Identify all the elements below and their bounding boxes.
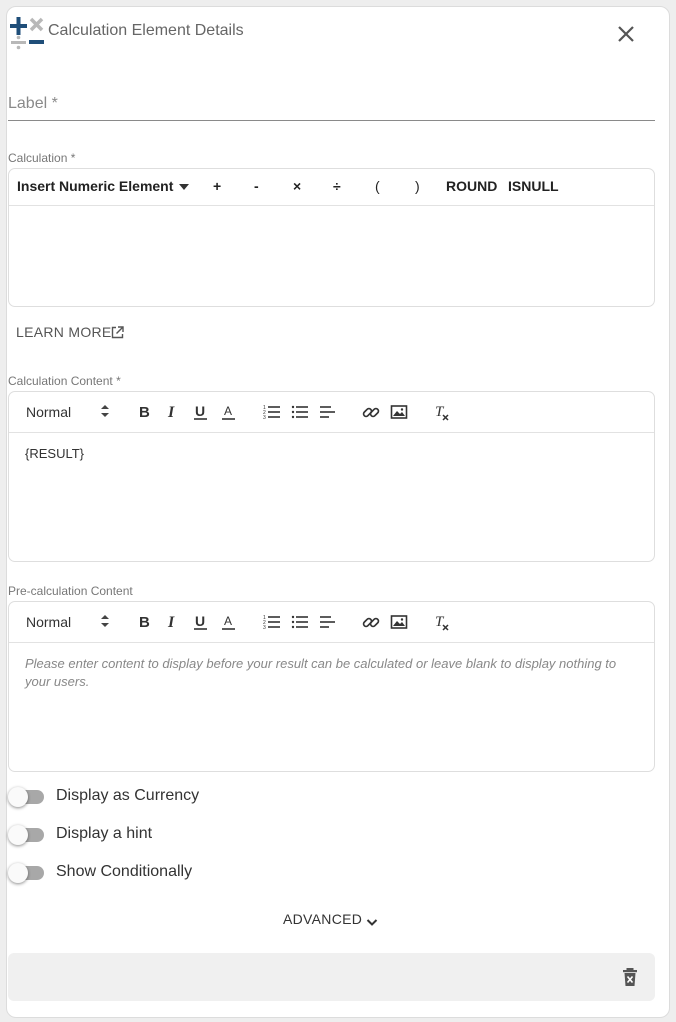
calculation-content-editor: Normal B I U A 123 T {RESULT}	[8, 391, 655, 562]
svg-text:U: U	[195, 403, 205, 419]
calculation-logo-icon	[10, 17, 44, 50]
calculation-toolbar: Insert Numeric Element + - × ÷ ( ) ROUND…	[9, 169, 654, 206]
minus-operator-button[interactable]: -	[254, 178, 259, 194]
calculation-box: Insert Numeric Element + - × ÷ ( ) ROUND…	[8, 168, 655, 307]
calculation-caption: Calculation *	[8, 151, 76, 165]
chevron-down-icon[interactable]	[366, 918, 378, 927]
link-icon[interactable]	[361, 402, 381, 422]
multiply-operator-button[interactable]: ×	[293, 178, 301, 194]
panel-title: Calculation Element Details	[48, 22, 244, 39]
clear-format-icon[interactable]: T	[432, 612, 452, 632]
clear-format-icon[interactable]: T	[432, 402, 452, 422]
external-link-icon[interactable]	[111, 326, 124, 339]
toggle-knob[interactable]	[8, 825, 28, 845]
trash-icon[interactable]	[619, 966, 641, 988]
toggle-label: Display a hint	[56, 825, 153, 842]
toggle-label: Show Conditionally	[56, 863, 193, 880]
align-icon[interactable]	[318, 402, 338, 422]
bullet-list-icon[interactable]	[290, 402, 310, 422]
toggle-knob[interactable]	[8, 863, 28, 883]
image-icon[interactable]	[389, 402, 409, 422]
label-placeholder: Label *	[8, 95, 58, 112]
calculation-content-body[interactable]: {RESULT}	[25, 445, 624, 463]
link-icon[interactable]	[361, 612, 381, 632]
open-paren-button[interactable]: (	[375, 178, 380, 194]
italic-icon[interactable]: I	[163, 402, 183, 422]
advanced-expander[interactable]: ADVANCED	[283, 911, 362, 927]
footer-action-bar	[8, 953, 655, 1001]
toggle-label: Display as Currency	[56, 787, 200, 804]
ordered-list-icon[interactable]: 123	[262, 612, 282, 632]
ordered-list-icon[interactable]: 123	[262, 402, 282, 422]
svg-text:B: B	[139, 404, 150, 421]
insert-numeric-element-dropdown[interactable]: Insert Numeric Element	[17, 178, 173, 194]
select-arrows-icon[interactable]	[101, 404, 109, 418]
format-select[interactable]: Normal	[26, 614, 71, 630]
svg-text:3: 3	[263, 625, 266, 631]
svg-text:I: I	[167, 404, 175, 421]
svg-text:3: 3	[263, 415, 266, 421]
svg-text:I: I	[167, 614, 175, 631]
pre-calculation-placeholder[interactable]: Please enter content to display before y…	[25, 655, 624, 691]
image-icon[interactable]	[389, 612, 409, 632]
pre-calculation-caption: Pre-calculation Content	[8, 584, 133, 598]
svg-text:A: A	[224, 614, 232, 628]
pre-calculation-editor: Normal B I U A 123 T Please enter conten…	[8, 601, 655, 772]
round-function-button[interactable]: ROUND	[446, 178, 497, 194]
caret-down-icon[interactable]	[179, 183, 189, 191]
label-input[interactable]: Label *	[8, 92, 655, 121]
bold-icon[interactable]: B	[135, 402, 155, 422]
svg-text:T: T	[435, 614, 445, 630]
svg-text:T: T	[435, 404, 445, 420]
svg-text:B: B	[139, 614, 150, 631]
underline-icon[interactable]: U	[191, 612, 211, 632]
close-paren-button[interactable]: )	[415, 178, 420, 194]
italic-icon[interactable]: I	[163, 612, 183, 632]
align-icon[interactable]	[318, 612, 338, 632]
format-select[interactable]: Normal	[26, 404, 71, 420]
bullet-list-icon[interactable]	[290, 612, 310, 632]
plus-operator-button[interactable]: +	[213, 178, 221, 194]
learn-more-link[interactable]: LEARN MORE	[16, 324, 112, 340]
calculation-content-caption: Calculation Content *	[8, 374, 121, 388]
svg-text:A: A	[224, 404, 232, 418]
underline-icon[interactable]: U	[191, 402, 211, 422]
bold-icon[interactable]: B	[135, 612, 155, 632]
editor-toolbar: Normal B I U A 123 T	[9, 392, 654, 433]
isnull-function-button[interactable]: ISNULL	[508, 178, 559, 194]
toggle-show-conditionally[interactable]: Show Conditionally	[8, 861, 308, 885]
calculation-input[interactable]	[9, 207, 654, 306]
toggle-display-currency[interactable]: Display as Currency	[8, 785, 308, 809]
font-color-icon[interactable]: A	[219, 402, 239, 422]
toggle-display-hint[interactable]: Display a hint	[8, 823, 308, 847]
close-icon[interactable]	[612, 20, 640, 48]
toggle-knob[interactable]	[8, 787, 28, 807]
font-color-icon[interactable]: A	[219, 612, 239, 632]
select-arrows-icon[interactable]	[101, 614, 109, 628]
svg-text:U: U	[195, 613, 205, 629]
divide-operator-button[interactable]: ÷	[333, 178, 341, 194]
editor-toolbar: Normal B I U A 123 T	[9, 602, 654, 643]
